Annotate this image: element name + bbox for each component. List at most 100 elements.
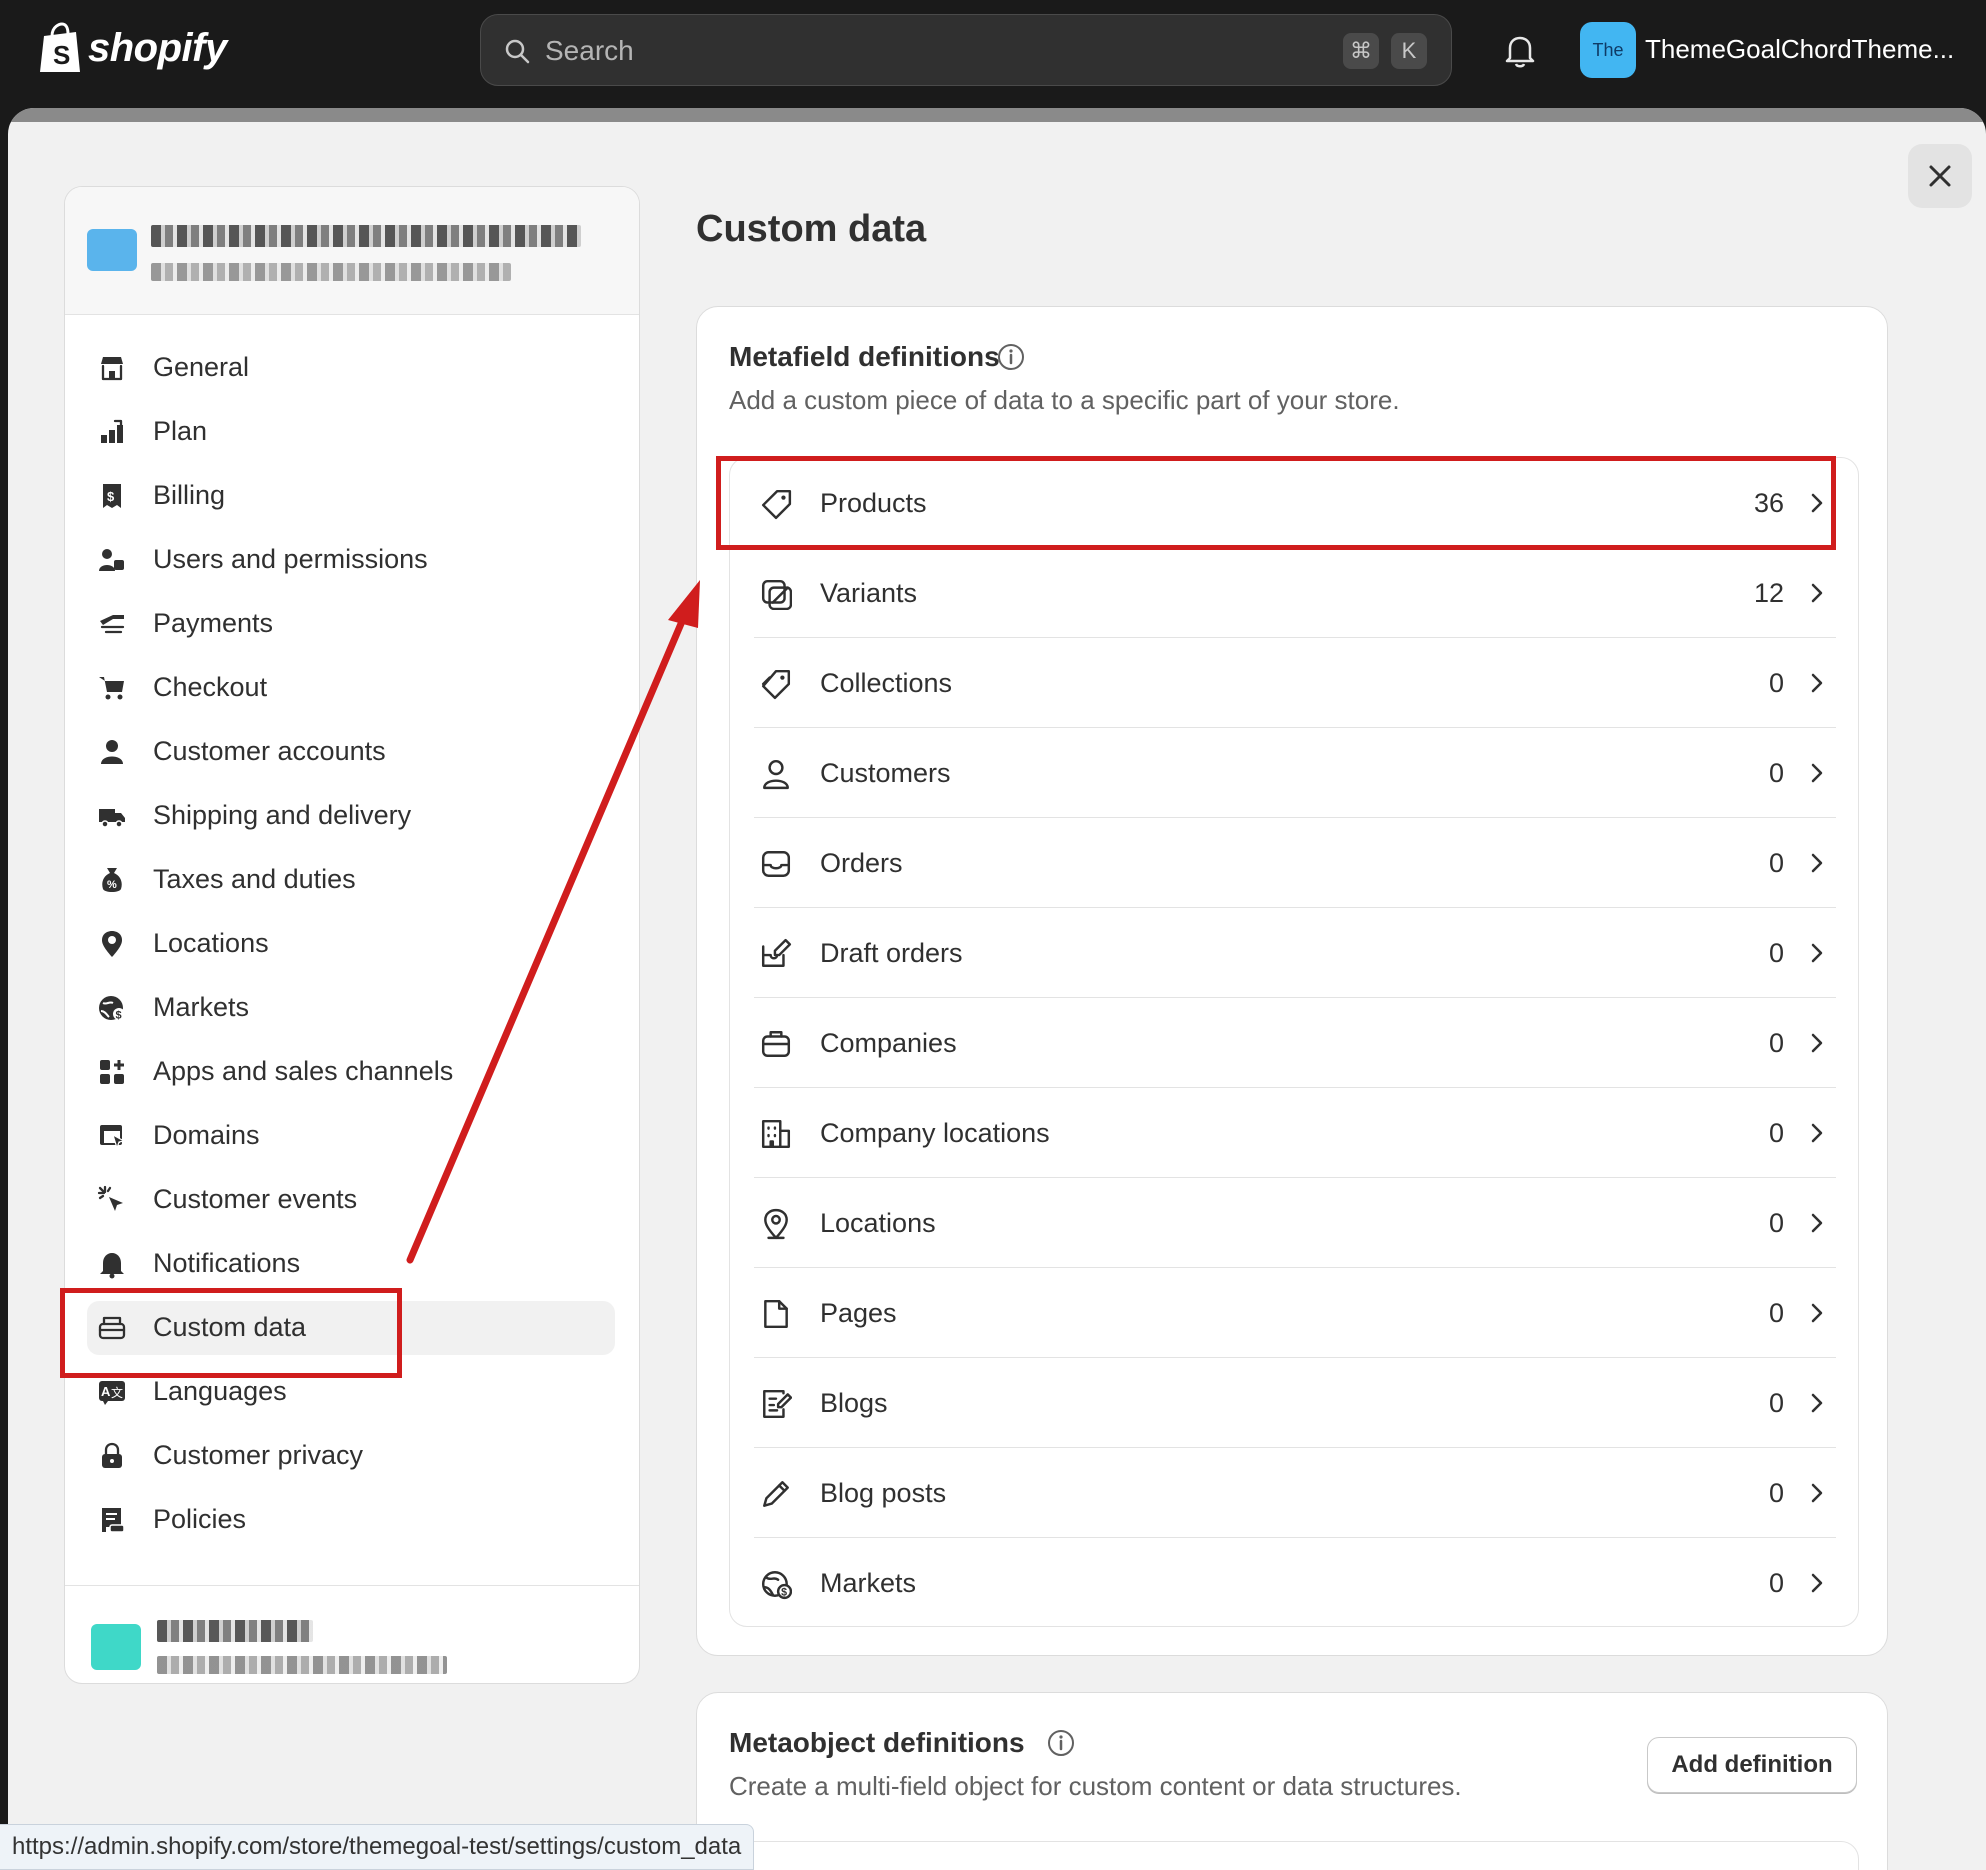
variant-icon	[761, 579, 792, 610]
row-label: Markets	[820, 1568, 917, 1598]
metafield-row-markets[interactable]: $ Markets 0	[754, 1538, 1836, 1628]
row-label: Company locations	[820, 1118, 1050, 1148]
sidebar-item-customer-events[interactable]: Customer events	[65, 1167, 639, 1231]
sidebar-item-domains[interactable]: Domains	[65, 1103, 639, 1167]
sidebar-item-label: Taxes and duties	[153, 864, 356, 894]
svg-text:A: A	[101, 1384, 111, 1399]
row-count: 0	[1768, 938, 1784, 968]
chevron-right-icon	[1811, 1213, 1823, 1233]
row-label: Blogs	[820, 1388, 888, 1418]
metaobject-definitions-title: Metaobject definitions	[729, 1727, 1025, 1758]
metaobject-list	[729, 1841, 1859, 1870]
sidebar-item-label: Notifications	[153, 1248, 301, 1278]
sidebar-item-checkout[interactable]: Checkout	[65, 655, 639, 719]
search-placeholder: Search	[545, 35, 634, 66]
metafield-row-variants[interactable]: Variants 12	[754, 548, 1836, 638]
sidebar-item-label: Customer events	[153, 1184, 358, 1214]
info-icon[interactable]	[1047, 1729, 1075, 1757]
metafield-row-locations[interactable]: Locations 0	[754, 1178, 1836, 1268]
sidebar-item-label: Plan	[153, 416, 208, 446]
collection-icon	[761, 669, 791, 700]
row-label: Blog posts	[820, 1478, 947, 1508]
cursor-icon	[97, 1185, 123, 1211]
store-name-redacted	[151, 225, 581, 247]
notification-bell-icon[interactable]	[1500, 30, 1540, 70]
settings-page: General Plan $ Billing Users and permissions…	[8, 108, 1986, 1870]
shopify-logo[interactable]: S shopify	[38, 22, 227, 74]
row-count: 0	[1768, 668, 1784, 698]
metafield-row-pages[interactable]: Pages 0	[754, 1268, 1836, 1358]
chevron-right-icon	[1811, 943, 1823, 963]
store-avatar[interactable]: The	[1580, 22, 1636, 78]
sidebar-item-notifications[interactable]: Notifications	[65, 1231, 639, 1295]
lock-icon	[102, 1442, 122, 1468]
store-domain-redacted	[151, 263, 511, 281]
metafield-row-blog-posts[interactable]: Blog posts 0	[754, 1448, 1836, 1538]
person-outline-icon	[763, 759, 789, 790]
pencil-icon	[763, 1481, 789, 1507]
sidebar-item-label: Markets	[153, 992, 250, 1022]
products-highlight-box	[716, 456, 1836, 550]
search-bar[interactable]: Search ⌘ K	[480, 14, 1452, 86]
sidebar-item-policies[interactable]: Policies	[65, 1487, 639, 1551]
metafield-row-companies[interactable]: Companies 0	[754, 998, 1836, 1088]
store-switcher[interactable]	[65, 187, 639, 315]
metafield-row-draft-orders[interactable]: Draft orders 0	[754, 908, 1836, 998]
cart-icon	[99, 677, 124, 700]
account-profile[interactable]	[65, 1585, 639, 1683]
url-status-bar: https://admin.shopify.com/store/themegoa…	[0, 1824, 755, 1870]
chevron-right-icon	[1811, 763, 1823, 783]
sidebar-item-users-and-permissions[interactable]: Users and permissions	[65, 527, 639, 591]
chevron-right-icon	[1811, 1033, 1823, 1053]
metafield-row-company-locations[interactable]: Company locations 0	[754, 1088, 1836, 1178]
metafield-row-collections[interactable]: Collections 0	[754, 638, 1836, 728]
sidebar-item-payments[interactable]: Payments	[65, 591, 639, 655]
metafield-row-orders[interactable]: Orders 0	[754, 818, 1836, 908]
plan-icon	[101, 419, 123, 443]
svg-text:$: $	[116, 1010, 122, 1022]
chevron-right-icon	[1811, 1303, 1823, 1323]
metafield-row-blogs[interactable]: Blogs 0	[754, 1358, 1836, 1448]
row-count: 0	[1768, 1298, 1784, 1328]
info-icon[interactable]	[997, 343, 1025, 371]
metaobject-definitions-subtitle: Create a multi-field object for custom c…	[729, 1771, 1462, 1801]
sidebar-item-shipping-and-delivery[interactable]: Shipping and delivery	[65, 783, 639, 847]
policy-icon	[102, 1508, 125, 1533]
add-definition-button[interactable]: Add definition	[1647, 1737, 1857, 1793]
sidebar-item-billing[interactable]: $ Billing	[65, 463, 639, 527]
sidebar-item-customer-privacy[interactable]: Customer privacy	[65, 1423, 639, 1487]
row-label: Collections	[820, 668, 953, 698]
user-name-redacted	[157, 1620, 313, 1642]
chevron-right-icon	[1811, 1573, 1823, 1593]
row-count: 0	[1768, 848, 1784, 878]
sidebar-item-label: General	[153, 352, 250, 382]
globe-outline-icon: $	[761, 1571, 792, 1600]
sidebar-item-label: Languages	[153, 1376, 287, 1406]
metafield-definitions-subtitle: Add a custom piece of data to a specific…	[729, 385, 1400, 415]
close-icon	[1929, 165, 1951, 187]
briefcase-icon	[761, 1031, 791, 1057]
row-count: 0	[1768, 1208, 1784, 1238]
user-email-redacted	[157, 1656, 447, 1674]
sidebar-item-taxes-and-duties[interactable]: % Taxes and duties	[65, 847, 639, 911]
custom-data-highlight-box	[60, 1288, 402, 1378]
sidebar-item-label: Payments	[153, 608, 274, 638]
sidebar-item-markets[interactable]: $ Markets	[65, 975, 639, 1039]
sidebar-item-plan[interactable]: Plan	[65, 399, 639, 463]
building-icon	[761, 1119, 791, 1149]
store-name[interactable]: ThemeGoalChordTheme...	[1645, 34, 1954, 65]
globe-icon: $	[99, 996, 125, 1022]
svg-text:%: %	[107, 879, 117, 891]
inbox-icon	[761, 851, 791, 877]
row-label: Pages	[820, 1298, 897, 1328]
sidebar-item-label: Apps and sales channels	[153, 1056, 454, 1086]
brand-name: shopify	[88, 25, 227, 70]
sidebar-item-general[interactable]: General	[65, 335, 639, 399]
billing-icon: $	[103, 484, 121, 508]
close-button[interactable]	[1908, 144, 1972, 208]
page-icon	[764, 1299, 788, 1329]
sidebar-item-apps-and-sales-channels[interactable]: Apps and sales channels	[65, 1039, 639, 1103]
sidebar-item-locations[interactable]: Locations	[65, 911, 639, 975]
metafield-row-customers[interactable]: Customers 0	[754, 728, 1836, 818]
sidebar-item-customer-accounts[interactable]: Customer accounts	[65, 719, 639, 783]
